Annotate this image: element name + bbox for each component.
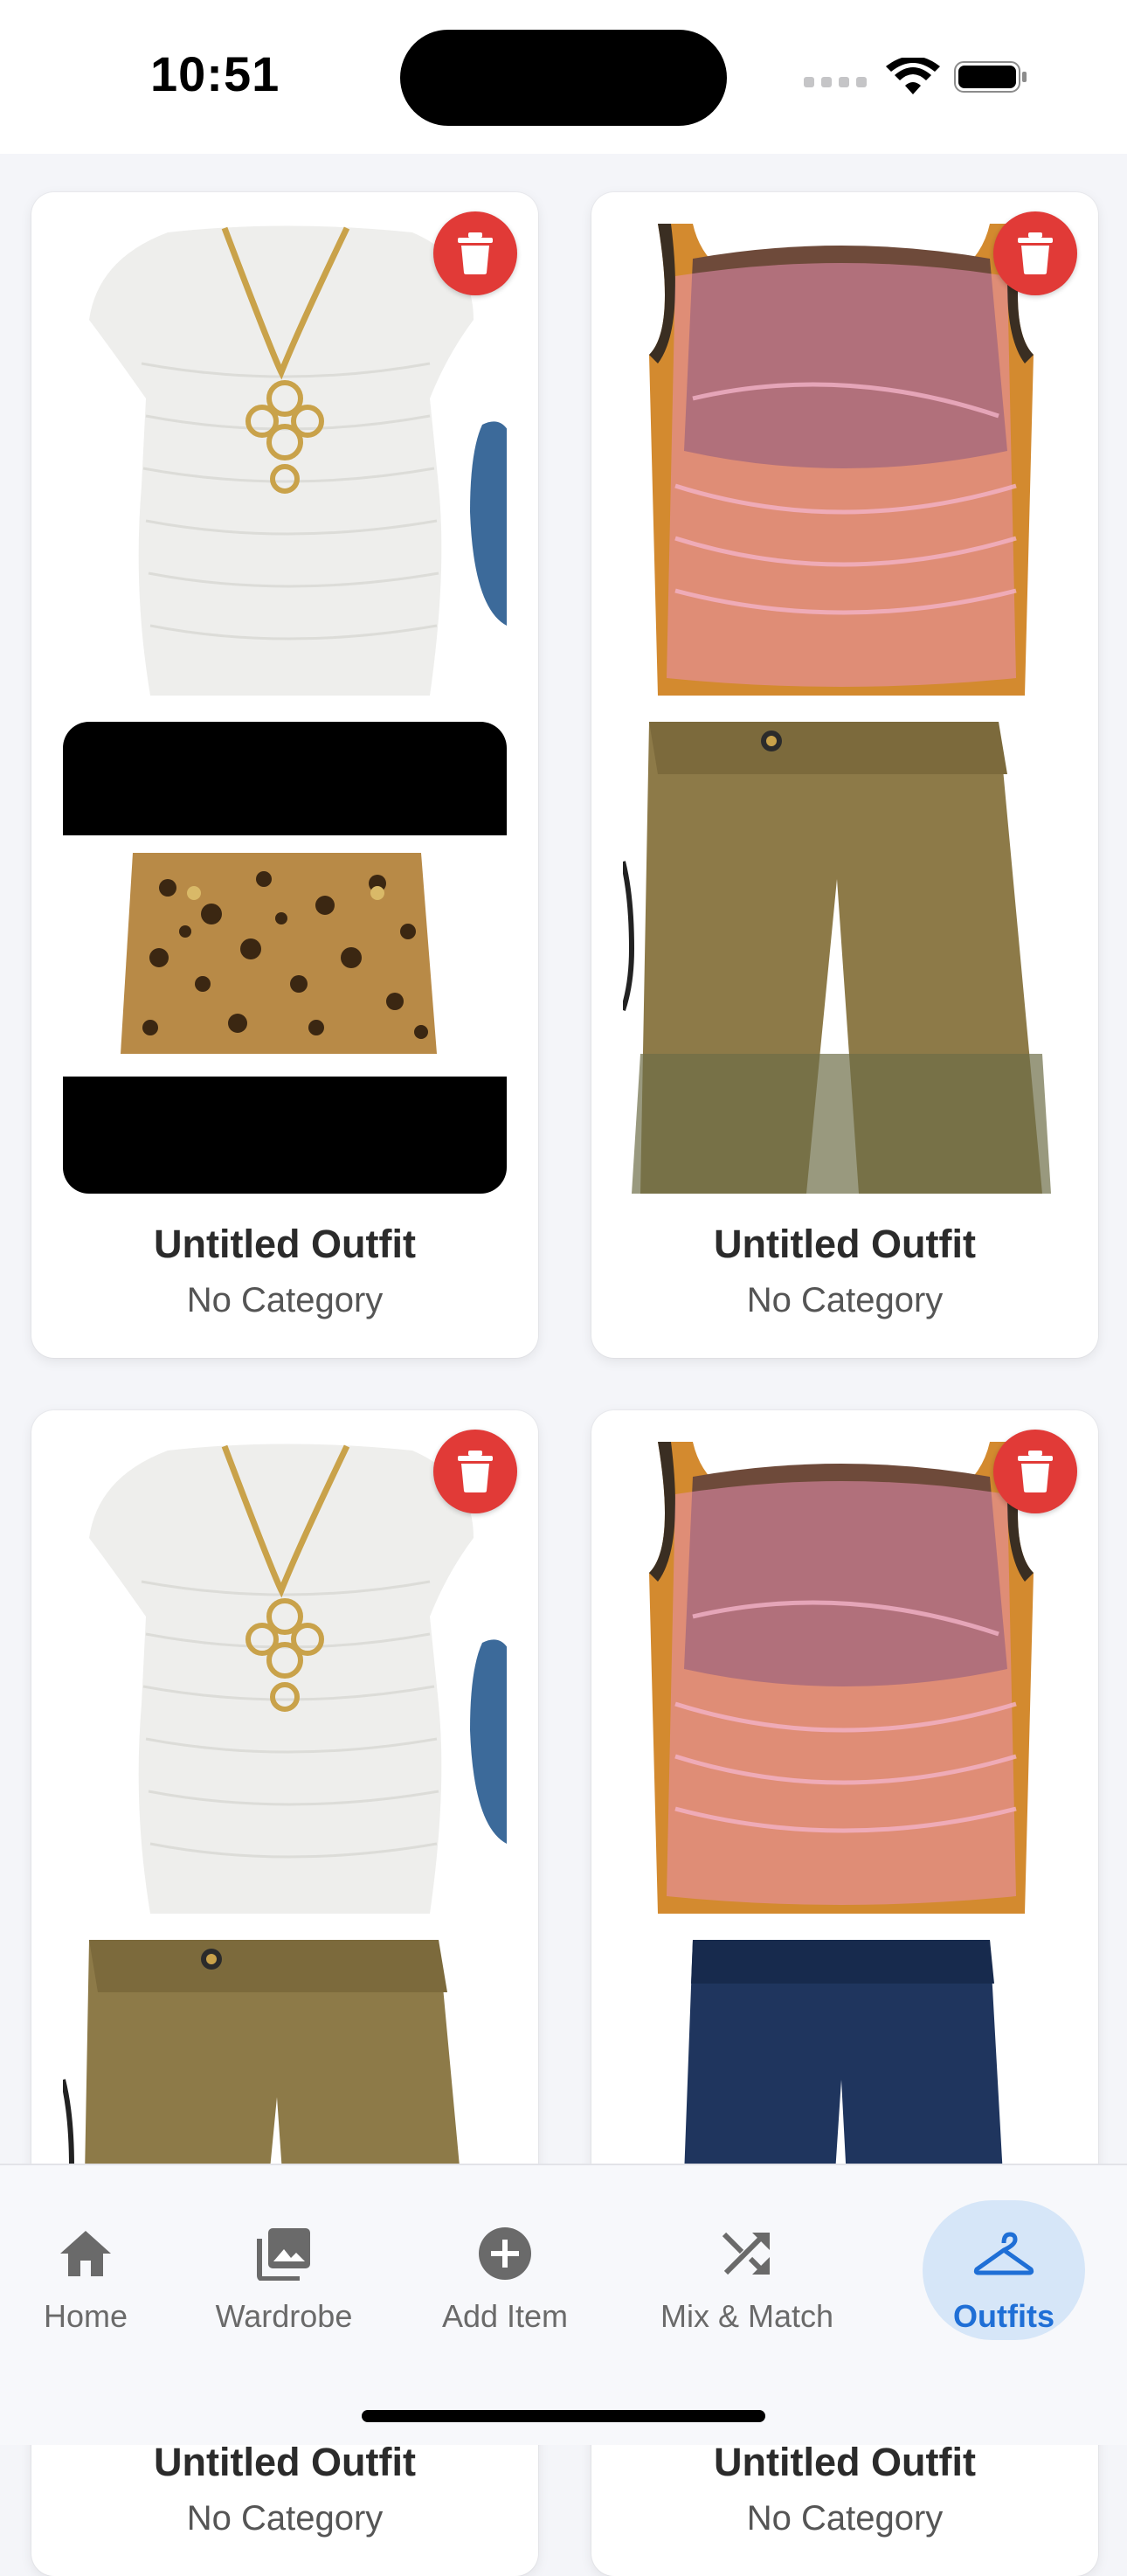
tab-outfits-label: Outfits — [953, 2298, 1054, 2334]
outfit-top-image — [63, 224, 507, 696]
outfit-bottom-image — [623, 722, 1067, 1194]
outfit-title: Untitled Outfit — [714, 2440, 976, 2484]
delete-outfit-button[interactable] — [433, 1430, 517, 1513]
outfit-card[interactable]: Untitled Outfit No Category — [591, 192, 1098, 1358]
outfit-category: No Category — [186, 1281, 384, 1319]
status-time: 10:51 — [150, 46, 280, 101]
outfit-top-image — [63, 1442, 507, 1914]
shuffle-icon — [722, 2232, 770, 2275]
trash-icon — [1018, 1451, 1053, 1492]
home-icon — [60, 2231, 111, 2276]
tab-outfits[interactable]: Outfits — [923, 2200, 1085, 2358]
trash-icon — [1018, 232, 1053, 274]
outfit-category: No Category — [746, 2499, 944, 2538]
delete-outfit-button[interactable] — [993, 1430, 1077, 1513]
tab-add-item-label: Add Item — [441, 2298, 569, 2334]
trash-icon — [458, 232, 493, 274]
outfit-category: No Category — [746, 1281, 944, 1319]
trash-icon — [458, 1451, 493, 1492]
wifi-icon — [886, 58, 940, 94]
cellular-signal-icon — [804, 70, 874, 87]
outfit-bottom-image — [63, 722, 507, 1194]
outfit-title: Untitled Outfit — [714, 1222, 976, 1266]
photo-library-icon — [257, 2228, 310, 2281]
delete-outfit-button[interactable] — [433, 211, 517, 295]
home-indicator — [362, 2410, 765, 2422]
delete-outfit-button[interactable] — [993, 211, 1077, 295]
tab-mix-match-label: Mix & Match — [660, 2298, 834, 2334]
outfit-category: No Category — [186, 2499, 384, 2538]
tab-mix-match[interactable]: Mix & Match — [645, 2200, 849, 2358]
status-bar: 10:51 — [0, 0, 1127, 154]
battery-icon — [954, 61, 1027, 93]
outfit-top-image — [623, 224, 1067, 696]
outfit-title: Untitled Outfit — [154, 2440, 416, 2484]
tab-add-item[interactable]: Add Item — [416, 2200, 594, 2358]
tab-wardrobe-label: Wardrobe — [215, 2298, 353, 2334]
tab-home-label: Home — [43, 2298, 128, 2334]
outfit-card[interactable]: Untitled Outfit No Category — [31, 192, 538, 1358]
add-circle-icon — [479, 2227, 531, 2280]
hanger-icon — [973, 2232, 1034, 2275]
tab-wardrobe[interactable]: Wardrobe — [192, 2200, 376, 2358]
tab-home[interactable]: Home — [9, 2200, 162, 2358]
dynamic-island — [400, 30, 727, 126]
outfit-title: Untitled Outfit — [154, 1222, 416, 1266]
status-icons — [804, 58, 1031, 94]
tab-bar: Home Wardrobe Add Item Mix & Match Outfi… — [0, 2164, 1127, 2445]
outfit-top-image — [623, 1442, 1067, 1914]
